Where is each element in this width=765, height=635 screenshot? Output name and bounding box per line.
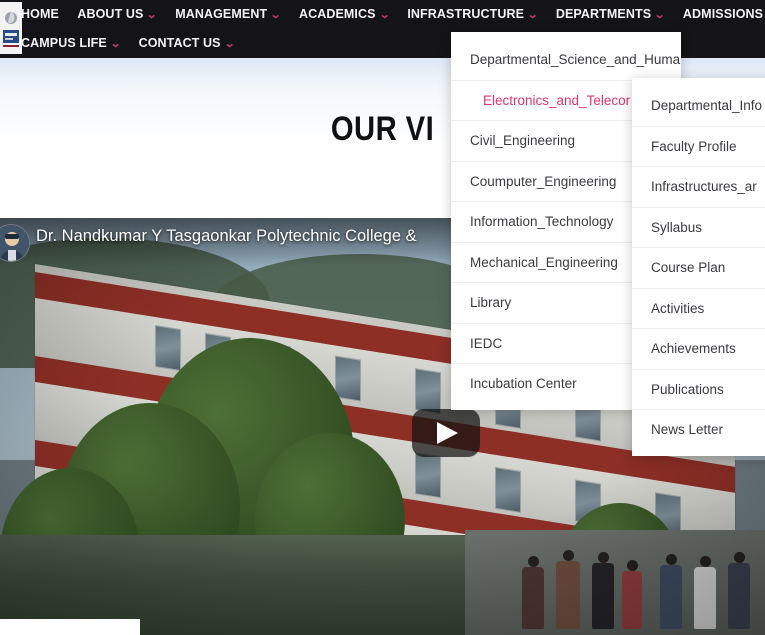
submenu-item-faculty-profile[interactable]: Faculty Profile	[632, 127, 765, 167]
student	[592, 552, 614, 629]
nav-item-label: ADMISSIONS	[682, 7, 764, 21]
chevron-down-icon: ⌄	[378, 9, 391, 21]
nav-item-label: ACADEMICS	[298, 7, 376, 21]
submenu-item-departmental-info[interactable]: Departmental_Info	[632, 86, 765, 127]
submenu-item-course-plan[interactable]: Course Plan	[632, 248, 765, 289]
department-submenu[interactable]: Departmental_Info Faculty Profile Infras…	[632, 78, 765, 456]
submenu-item-news-letter[interactable]: News Letter	[632, 410, 765, 450]
nav-item-label: MANAGEMENT	[175, 7, 268, 21]
chevron-down-icon: ⌄	[653, 9, 666, 21]
walkway	[465, 530, 765, 635]
submenu-item-achievements[interactable]: Achievements	[632, 329, 765, 370]
building-window	[495, 466, 521, 513]
nav-item-label: CAMPUS LIFE	[21, 36, 107, 50]
nav-item-label: CONTACT US	[138, 36, 221, 50]
chevron-down-icon: ⌄	[223, 38, 236, 50]
play-triangle	[437, 422, 458, 444]
nav-item-label: HOME	[21, 7, 59, 21]
nav-item-infrastructure[interactable]: INFRASTRUCTURE ⌄	[400, 0, 544, 30]
student	[556, 550, 580, 629]
chevron-down-icon: ⌄	[109, 38, 122, 50]
page-root: OUR VI Dr. Nandkumar Y Tasgaonkar Polyte…	[0, 0, 765, 635]
dropdown-item-departmental-science-and-humanities[interactable]: Departmental_Science_and_Humanities	[451, 40, 681, 81]
nav-row-secondary: CAMPUS LIFE ⌄ CONTACT US ⌄	[14, 29, 241, 58]
nav-item-label: ABOUT US	[77, 7, 144, 21]
submenu-item-publications[interactable]: Publications	[632, 370, 765, 410]
nav-item-admissions[interactable]: ADMISSIONS⌄	[676, 0, 765, 30]
student	[660, 554, 682, 629]
submenu-item-syllabus[interactable]: Syllabus	[632, 208, 765, 248]
building-window	[155, 325, 181, 372]
chevron-down-icon: ⌄	[526, 9, 539, 21]
nav-item-contact-us[interactable]: CONTACT US ⌄	[132, 29, 241, 59]
video-title: Dr. Nandkumar Y Tasgaonkar Polytechnic C…	[36, 227, 417, 245]
building-window	[335, 355, 361, 402]
nav-item-management[interactable]: MANAGEMENT ⌄	[168, 0, 287, 30]
nav-item-about-us[interactable]: ABOUT US ⌄	[70, 0, 163, 30]
submenu-item-infrastructures[interactable]: Infrastructures_ar	[632, 167, 765, 208]
nav-item-departments[interactable]: DEPARTMENTS ⌄	[549, 0, 672, 30]
browser-status-strip	[0, 619, 140, 635]
play-button-icon[interactable]	[412, 409, 480, 457]
student	[694, 556, 716, 629]
chevron-down-icon: ⌄	[146, 9, 158, 21]
chevron-down-icon: ⌄	[270, 9, 282, 21]
building-window	[415, 452, 441, 499]
nav-item-label: DEPARTMENTS	[555, 7, 652, 21]
nav-item-campus-life[interactable]: CAMPUS LIFE ⌄	[14, 29, 127, 59]
submenu-item-activities[interactable]: Activities	[632, 289, 765, 329]
building-window	[415, 368, 441, 415]
nav-item-academics[interactable]: ACADEMICS ⌄	[292, 0, 396, 30]
nav-item-label: INFRASTRUCTURE	[407, 7, 525, 21]
student	[522, 556, 544, 629]
avatar[interactable]	[0, 224, 30, 262]
nav-row-primary: HOME ABOUT US ⌄ MANAGEMENT ⌄ ACADEMICS ⌄ IN…	[14, 0, 765, 29]
student	[622, 560, 642, 629]
student	[728, 552, 750, 629]
nav-item-home[interactable]: HOME	[14, 0, 66, 29]
